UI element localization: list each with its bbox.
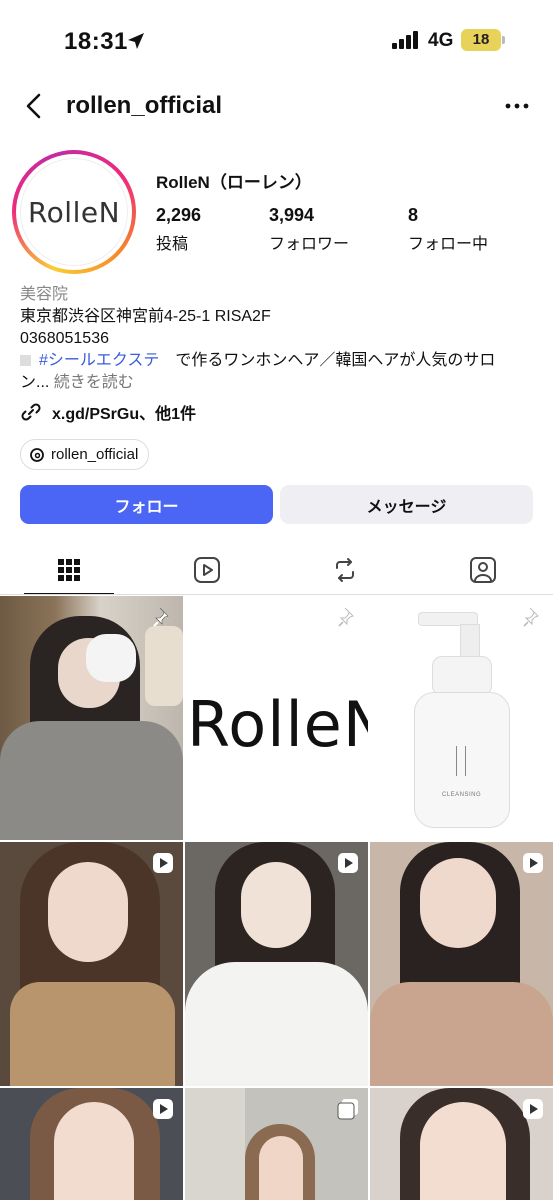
avatar[interactable]: RolleN: [12, 150, 136, 274]
display-name: RolleN（ローレン）: [156, 173, 312, 192]
reel-icon: [523, 1099, 543, 1119]
reel-icon: [338, 853, 358, 873]
link-text: x.gd/PSrGu、他1件: [52, 406, 197, 423]
reel-icon: [153, 1099, 173, 1119]
threads-handle: rollen_official: [51, 446, 139, 463]
profile-tabs: [0, 545, 553, 595]
stat-label: 投稿: [156, 236, 189, 253]
stat-value: 3,994: [269, 205, 315, 225]
header-username: rollen_official: [66, 92, 223, 119]
link-icon: [21, 403, 41, 421]
bio-address: 東京都渋谷区神宮前4-25-1 RISA2F: [20, 308, 271, 325]
bio-description-cont: ン... 続きを読む: [20, 372, 540, 394]
clock: 18:31: [64, 28, 128, 55]
location-arrow-icon: [128, 33, 144, 49]
stat-label: フォロー中: [408, 236, 489, 253]
message-button[interactable]: メッセージ: [280, 485, 533, 524]
tab-posts[interactable]: [0, 545, 138, 595]
battery-icon: 18: [461, 29, 501, 51]
mask-shape: [86, 634, 136, 682]
sweater-shape: [0, 721, 183, 840]
face-shape: [259, 1136, 303, 1200]
tagged-icon: [470, 557, 496, 583]
pin-icon: [523, 607, 539, 627]
tab-tagged[interactable]: [414, 545, 552, 595]
battery-tip: [502, 36, 505, 44]
face-shape: [420, 858, 496, 948]
building-shape: [185, 1088, 245, 1200]
back-chevron-icon[interactable]: [22, 92, 48, 120]
stat-followers[interactable]: 3,994 フォロワー: [269, 205, 349, 254]
status-bar: 18:31 4G 18: [0, 0, 553, 80]
bio-phone: 0368051536: [20, 330, 109, 347]
grid-post-5[interactable]: [185, 842, 368, 1086]
carousel-icon: [337, 1099, 358, 1120]
pump-cap: [432, 656, 492, 696]
dress-shape: [370, 982, 553, 1086]
sweater-shape: [10, 982, 175, 1086]
grid-icon: [58, 559, 80, 581]
network-type: 4G: [428, 30, 454, 51]
follow-button[interactable]: フォロー: [20, 485, 273, 524]
face-shape: [48, 862, 128, 962]
threads-icon: [30, 447, 44, 462]
bio-text: で作るワンホンヘア／韓国ヘアが人気のサロ: [159, 352, 496, 369]
stat-posts[interactable]: 2,296 投稿: [156, 205, 201, 254]
stat-following[interactable]: 8 フォロー中: [408, 205, 488, 254]
grid-post-3[interactable]: CLEANSING: [370, 596, 553, 840]
avatar-logo: RolleN: [20, 158, 128, 266]
read-more-link[interactable]: 続きを読む: [54, 374, 134, 391]
reel-icon: [523, 853, 543, 873]
tab-reels[interactable]: [138, 545, 276, 595]
bio-category: 美容院: [20, 286, 69, 303]
phone-shape: [145, 626, 183, 706]
grid-post-6[interactable]: [370, 842, 553, 1086]
stat-label: フォロワー: [269, 236, 350, 253]
bio-square-glyph: [20, 355, 31, 367]
logo-text: RolleN: [187, 688, 368, 761]
profile-link[interactable]: x.gd/PSrGu、他1件: [20, 400, 196, 424]
grid-post-8[interactable]: [185, 1088, 368, 1200]
grid-post-1[interactable]: [0, 596, 183, 840]
stat-value: 2,296: [156, 205, 202, 225]
face-shape: [420, 1102, 506, 1200]
reposts-icon: [336, 558, 354, 582]
bio-description: #シールエクステ で作るワンホンヘア／韓国ヘアが人気のサロ: [20, 350, 540, 372]
face-shape: [241, 862, 311, 948]
stat-value: 8: [408, 205, 419, 225]
signal-icon: [392, 31, 418, 49]
grid-post-2[interactable]: RolleN: [185, 596, 368, 840]
bio-text-cont: ン...: [20, 374, 50, 391]
pin-icon: [153, 607, 169, 627]
face-shape: [54, 1102, 134, 1200]
bottle-mark: [456, 746, 466, 776]
reel-icon: [153, 853, 173, 873]
bio: 美容院 東京都渋谷区神宮前4-25-1 RISA2F 0368051536 #シ…: [20, 284, 540, 394]
threads-badge[interactable]: rollen_official: [20, 439, 150, 470]
bio-hashtag[interactable]: #シールエクステ: [39, 352, 159, 369]
bottle-label: CLEANSING: [442, 792, 482, 798]
cape-shape: [185, 962, 368, 1086]
grid-post-7[interactable]: [0, 1088, 183, 1200]
more-options-icon[interactable]: [502, 96, 532, 116]
grid-post-4[interactable]: [0, 842, 183, 1086]
pin-icon: [338, 607, 354, 627]
reels-icon: [194, 557, 220, 583]
grid-post-9[interactable]: [370, 1088, 553, 1200]
tabs-divider: [0, 594, 553, 595]
tab-reposts[interactable]: [276, 545, 414, 595]
profile-header: rollen_official: [0, 80, 553, 132]
